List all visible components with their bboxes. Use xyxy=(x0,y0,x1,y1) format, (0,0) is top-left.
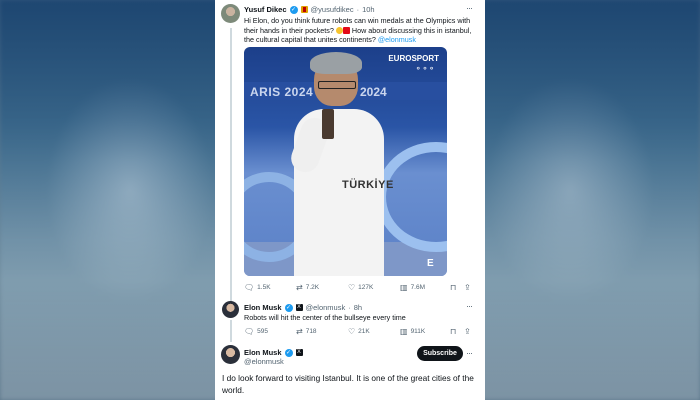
turkey-flag-icon xyxy=(342,26,350,34)
more-options-icon[interactable]: ··· xyxy=(466,301,473,311)
tweet-header: Elon Musk ✓ X @elonmusk · 8h xyxy=(244,303,362,312)
subscribe-button[interactable]: Subscribe xyxy=(417,346,463,361)
smile-emoji-icon xyxy=(335,26,343,34)
tweet-time[interactable]: 10h xyxy=(362,5,375,14)
author-name[interactable]: Yusuf Dikec xyxy=(244,5,287,14)
reply-button[interactable]: 🗨 1.5K xyxy=(244,283,296,292)
bookmark-button[interactable]: ⊓ xyxy=(450,283,464,292)
author-name[interactable]: Elon Musk xyxy=(244,303,282,312)
x-affiliate-icon: X xyxy=(295,349,303,356)
reply-count: 1.5K xyxy=(257,284,271,291)
jersey-text: TÜRKİYE xyxy=(342,179,394,191)
views-icon: ▥ xyxy=(400,283,408,292)
view-count: 911K xyxy=(410,328,426,335)
separator-dot: · xyxy=(348,303,351,312)
bookmark-icon: ⊓ xyxy=(450,283,457,292)
athlete-hair xyxy=(310,52,362,74)
reply-icon: 🗨 xyxy=(244,283,255,292)
separator-dot: · xyxy=(356,5,360,14)
author-handle-row: @elonmusk xyxy=(244,357,284,366)
eurosport-e-icon: E xyxy=(427,258,434,269)
broadcaster-logo: EUROSPORT xyxy=(388,54,439,63)
tweet-text: I do look forward to visiting Istanbul. … xyxy=(222,373,474,395)
reply-icon: 🗨 xyxy=(244,327,255,336)
paris-text: ARIS 2024 xyxy=(250,85,314,99)
retweet-count: 7.2K xyxy=(305,284,320,291)
heart-icon: ♡ xyxy=(348,283,356,292)
thread-connector xyxy=(230,28,232,303)
retweet-count: 718 xyxy=(305,328,317,335)
tweet-header: Yusuf Dikec ✓ @yusufdikec · 10h xyxy=(244,5,375,14)
background-right xyxy=(485,0,700,400)
tweet-text: Robots will hit the center of the bullse… xyxy=(244,313,406,322)
share-icon: ⇪ xyxy=(464,327,471,336)
share-button[interactable]: ⇪ xyxy=(464,327,471,336)
background-left xyxy=(0,0,215,400)
like-button[interactable]: ♡ 21K xyxy=(348,327,400,336)
mention-link[interactable]: @elonmusk xyxy=(378,35,416,44)
retweet-icon: ⇄ xyxy=(296,283,303,292)
thread-connector xyxy=(230,320,232,342)
verified-icon: ✓ xyxy=(284,348,293,357)
tweet-time[interactable]: 8h xyxy=(354,303,362,312)
views-icon: ▥ xyxy=(400,327,408,336)
avatar[interactable] xyxy=(222,301,239,318)
heart-icon: ♡ xyxy=(348,327,356,336)
more-options-icon[interactable]: ··· xyxy=(466,348,473,358)
tweet-thread-card: Yusuf Dikec ✓ @yusufdikec · 10h ··· Hi E… xyxy=(215,0,485,400)
athlete-glasses xyxy=(318,81,356,89)
tweet-text: Hi Elon, do you think future robots can … xyxy=(244,16,476,45)
olympic-rings-icon: ⚬⚬⚬ xyxy=(414,64,435,73)
retweet-button[interactable]: ⇄ 718 xyxy=(296,327,348,336)
views-button[interactable]: ▥ 7.6M xyxy=(400,283,450,292)
author-name[interactable]: Elon Musk xyxy=(244,348,282,357)
retweet-button[interactable]: ⇄ 7.2K xyxy=(296,283,348,292)
bookmark-button[interactable]: ⊓ xyxy=(450,327,464,336)
pistol xyxy=(322,109,334,139)
affiliate-badge-icon xyxy=(300,6,308,13)
author-handle[interactable]: @yusufdikec xyxy=(311,5,354,14)
tweet-actions: 🗨 595 ⇄ 718 ♡ 21K ▥ 911K ⊓ ⇪ xyxy=(244,327,477,336)
bookmark-icon: ⊓ xyxy=(450,327,457,336)
like-button[interactable]: ♡ 127K xyxy=(348,283,400,292)
author-handle[interactable]: @elonmusk xyxy=(306,303,346,312)
verified-icon: ✓ xyxy=(284,303,293,312)
year-text: 2024 xyxy=(360,85,387,99)
retweet-icon: ⇄ xyxy=(296,327,303,336)
tweet-header: Elon Musk ✓ X xyxy=(244,348,303,357)
view-count: 7.6M xyxy=(410,284,426,291)
reply-count: 595 xyxy=(257,328,269,335)
verified-icon: ✓ xyxy=(289,5,298,14)
more-options-icon[interactable]: ··· xyxy=(466,3,473,13)
avatar[interactable] xyxy=(221,345,240,364)
like-count: 127K xyxy=(358,284,374,291)
tweet-image[interactable]: ARIS 2024 2024 EUROSPORT ⚬⚬⚬ TÜRKİYE E xyxy=(244,47,447,276)
tweet-actions: 🗨 1.5K ⇄ 7.2K ♡ 127K ▥ 7.6M ⊓ ⇪ xyxy=(244,283,477,292)
avatar[interactable] xyxy=(221,4,240,23)
decor-circle xyxy=(376,142,447,252)
like-count: 21K xyxy=(358,328,370,335)
views-button[interactable]: ▥ 911K xyxy=(400,327,450,336)
share-button[interactable]: ⇪ xyxy=(464,283,471,292)
share-icon: ⇪ xyxy=(464,283,471,292)
author-handle[interactable]: @elonmusk xyxy=(244,357,284,366)
x-affiliate-icon: X xyxy=(295,304,303,311)
reply-button[interactable]: 🗨 595 xyxy=(244,327,296,336)
